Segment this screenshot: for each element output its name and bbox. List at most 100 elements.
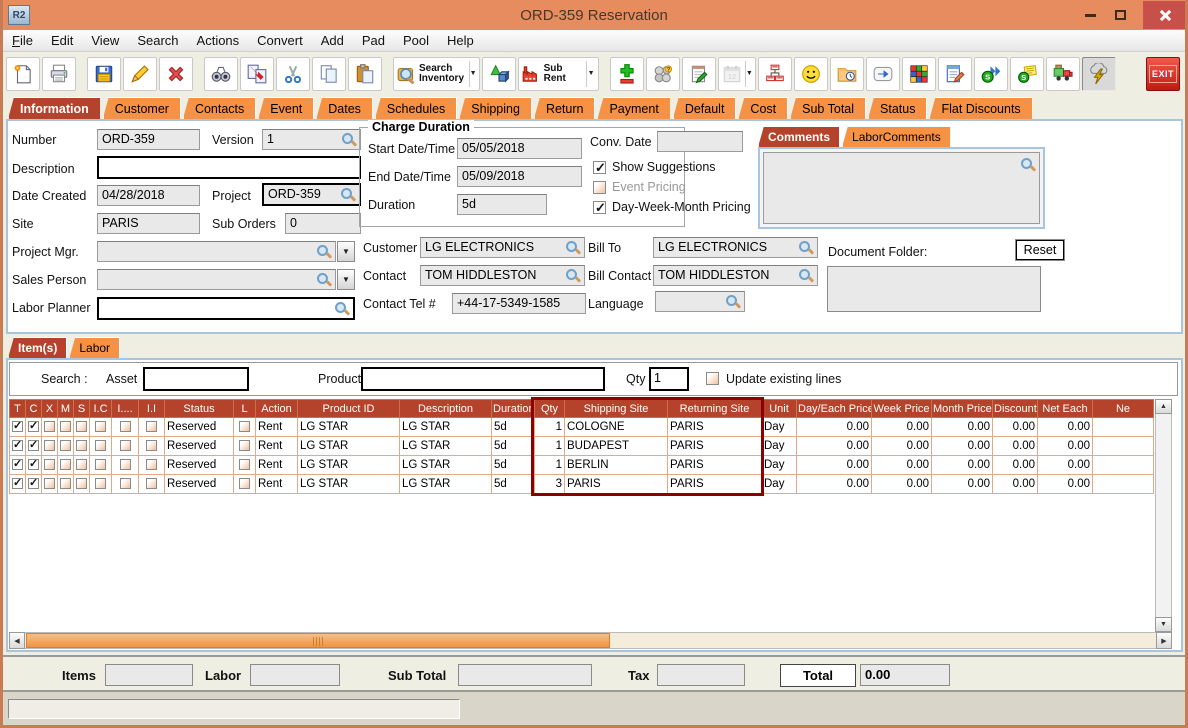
cell-m[interactable] bbox=[58, 418, 74, 437]
asset-input[interactable] bbox=[143, 367, 249, 391]
row-checkbox-c[interactable] bbox=[28, 459, 39, 470]
col-status[interactable]: Status bbox=[165, 400, 234, 418]
tab-information[interactable]: Information bbox=[8, 97, 101, 119]
tab-customer[interactable]: Customer bbox=[103, 97, 181, 119]
col-x[interactable]: X bbox=[42, 400, 58, 418]
truck-icon[interactable] bbox=[1046, 57, 1080, 91]
col-returning_site[interactable]: Returning Site bbox=[668, 400, 762, 418]
cell-ic[interactable] bbox=[90, 418, 112, 437]
scroll-left-icon[interactable]: ◀ bbox=[9, 632, 25, 649]
row-checkbox-m[interactable] bbox=[60, 421, 71, 432]
number-field[interactable]: ORD-359 bbox=[97, 129, 200, 150]
calendar-icon[interactable]: 12▼ bbox=[718, 57, 756, 91]
row-checkbox-ii[interactable] bbox=[146, 440, 157, 451]
col-idots[interactable]: I.... bbox=[112, 400, 139, 418]
col-ii[interactable]: I.I bbox=[139, 400, 165, 418]
row-checkbox-s[interactable] bbox=[76, 478, 87, 489]
row-checkbox-m[interactable] bbox=[60, 459, 71, 470]
items-tab-labor[interactable]: Labor bbox=[69, 337, 120, 358]
shapes-3d-icon[interactable] bbox=[482, 57, 516, 91]
version-field[interactable]: 1 bbox=[262, 129, 361, 150]
col-qty[interactable]: Qty bbox=[535, 400, 565, 418]
tab-flat-discounts[interactable]: Flat Discounts bbox=[929, 97, 1032, 119]
lookup-icon[interactable] bbox=[334, 301, 350, 317]
cell-x[interactable] bbox=[42, 437, 58, 456]
bill-contact-field[interactable]: TOM HIDDLESTON bbox=[653, 265, 818, 286]
row-checkbox-c[interactable] bbox=[28, 478, 39, 489]
new-document-icon[interactable] bbox=[6, 57, 40, 91]
sub-orders-field[interactable]: 0 bbox=[285, 213, 361, 234]
checkbox-day-week-month-pricing[interactable] bbox=[593, 201, 606, 214]
col-week_price[interactable]: Week Price bbox=[872, 400, 932, 418]
comments-tab-laborcomments[interactable]: LaborComments bbox=[842, 126, 951, 147]
copy-icon[interactable] bbox=[312, 57, 346, 91]
row-checkbox-t[interactable] bbox=[12, 440, 23, 451]
lookup-icon[interactable] bbox=[1020, 157, 1036, 173]
site-field[interactable]: PARIS bbox=[97, 213, 200, 234]
table-row[interactable]: ReservedRentLG STARLG STAR5d1BUDAPESTPAR… bbox=[10, 437, 1154, 456]
cell-idots[interactable] bbox=[112, 418, 139, 437]
tab-schedules[interactable]: Schedules bbox=[375, 97, 457, 119]
row-checkbox-ii[interactable] bbox=[146, 459, 157, 470]
menu-pad[interactable]: Pad bbox=[353, 30, 394, 52]
row-checkbox-l[interactable] bbox=[239, 421, 250, 432]
bill-to-field[interactable]: LG ELECTRONICS bbox=[653, 237, 818, 258]
exit-button[interactable]: EXIT bbox=[1146, 57, 1180, 91]
scroll-up-icon[interactable]: ▲ bbox=[1155, 399, 1172, 414]
col-net[interactable]: Ne bbox=[1093, 400, 1154, 418]
cell-x[interactable] bbox=[42, 418, 58, 437]
contact-field[interactable]: TOM HIDDLESTON bbox=[420, 265, 585, 286]
row-checkbox-x[interactable] bbox=[44, 440, 55, 451]
dollar-forward-icon[interactable]: S bbox=[974, 57, 1008, 91]
scrollbar-thumb[interactable] bbox=[26, 633, 610, 648]
print-icon[interactable] bbox=[42, 57, 76, 91]
language-field[interactable] bbox=[655, 291, 745, 312]
row-checkbox-ic[interactable] bbox=[95, 478, 106, 489]
key-arrow-icon[interactable] bbox=[866, 57, 900, 91]
menu-actions[interactable]: Actions bbox=[188, 30, 249, 52]
row-checkbox-ic[interactable] bbox=[95, 421, 106, 432]
col-day_each_price[interactable]: Day/Each Price bbox=[797, 400, 872, 418]
col-action[interactable]: Action bbox=[256, 400, 298, 418]
col-month_price[interactable]: Month Price bbox=[932, 400, 993, 418]
row-checkbox-x[interactable] bbox=[44, 478, 55, 489]
row-checkbox-l[interactable] bbox=[239, 440, 250, 451]
lookup-icon[interactable] bbox=[565, 240, 581, 256]
lookup-icon[interactable] bbox=[316, 272, 332, 288]
menu-view[interactable]: View bbox=[82, 30, 128, 52]
notepad-icon[interactable] bbox=[682, 57, 716, 91]
color-blocks-icon[interactable] bbox=[902, 57, 936, 91]
row-checkbox-idots[interactable] bbox=[120, 440, 131, 451]
row-checkbox-x[interactable] bbox=[44, 421, 55, 432]
row-checkbox-ii[interactable] bbox=[146, 478, 157, 489]
cell-x[interactable] bbox=[42, 475, 58, 494]
lookup-icon[interactable] bbox=[798, 240, 814, 256]
lookup-icon[interactable] bbox=[340, 187, 356, 203]
product-input[interactable] bbox=[361, 367, 605, 391]
close-icon[interactable] bbox=[1143, 1, 1188, 29]
comments-textarea[interactable] bbox=[763, 152, 1040, 224]
cell-l[interactable] bbox=[234, 418, 256, 437]
minimize-icon[interactable] bbox=[1075, 1, 1105, 29]
cell-l[interactable] bbox=[234, 475, 256, 494]
lookup-icon[interactable] bbox=[565, 268, 581, 284]
cell-s[interactable] bbox=[74, 456, 90, 475]
table-row[interactable]: ReservedRentLG STARLG STAR5d1BERLINPARIS… bbox=[10, 456, 1154, 475]
tab-contacts[interactable]: Contacts bbox=[183, 97, 256, 119]
cell-s[interactable] bbox=[74, 437, 90, 456]
project-field[interactable]: ORD-359 bbox=[262, 183, 361, 206]
lookup-icon[interactable] bbox=[798, 268, 814, 284]
row-checkbox-x[interactable] bbox=[44, 459, 55, 470]
row-checkbox-ii[interactable] bbox=[146, 421, 157, 432]
lookup-icon[interactable] bbox=[316, 244, 332, 260]
row-checkbox-t[interactable] bbox=[12, 421, 23, 432]
row-checkbox-ic[interactable] bbox=[95, 459, 106, 470]
find-binoculars-icon[interactable] bbox=[204, 57, 238, 91]
document-folder-box[interactable] bbox=[827, 266, 1041, 312]
vertical-scrollbar[interactable]: ▲ ▼ bbox=[1155, 399, 1172, 632]
col-l[interactable]: L bbox=[234, 400, 256, 418]
lookup-icon[interactable] bbox=[341, 132, 357, 148]
row-checkbox-s[interactable] bbox=[76, 440, 87, 451]
cell-idots[interactable] bbox=[112, 437, 139, 456]
cell-c[interactable] bbox=[26, 437, 42, 456]
